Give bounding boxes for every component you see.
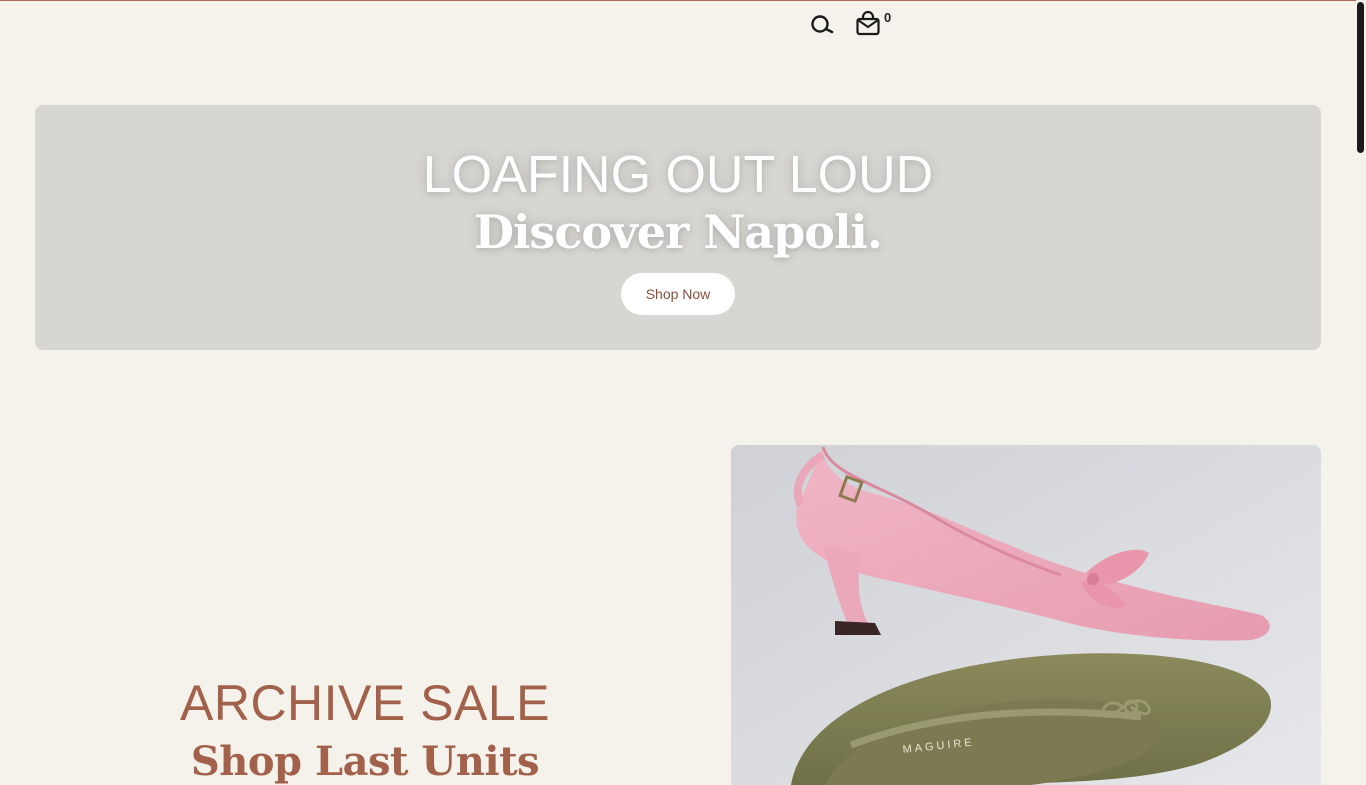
shoes-illustration: MAGUIRE <box>731 445 1321 785</box>
shopping-bag-icon <box>856 10 880 36</box>
scrollbar-thumb[interactable] <box>1357 2 1364 153</box>
shop-now-button[interactable]: Shop Now <box>621 273 735 315</box>
archive-sale-subheading: Shop Last Units <box>190 738 540 785</box>
search-icon <box>811 15 834 34</box>
hero-subtitle: Discover Napoli. <box>474 205 883 259</box>
product-image[interactable]: MAGUIRE <box>731 445 1321 785</box>
site-header: 0 <box>0 0 1366 60</box>
cart-count-badge: 0 <box>884 10 892 25</box>
hero-title: LOAFING OUT LOUD <box>422 146 934 204</box>
cart-button[interactable]: 0 <box>854 8 898 38</box>
search-button[interactable] <box>808 12 838 38</box>
archive-sale-heading: ARCHIVE SALE <box>179 675 550 731</box>
hero-banner: LOAFING OUT LOUD Discover Napoli. Shop N… <box>35 105 1321 350</box>
scrollbar[interactable] <box>1356 0 1366 768</box>
